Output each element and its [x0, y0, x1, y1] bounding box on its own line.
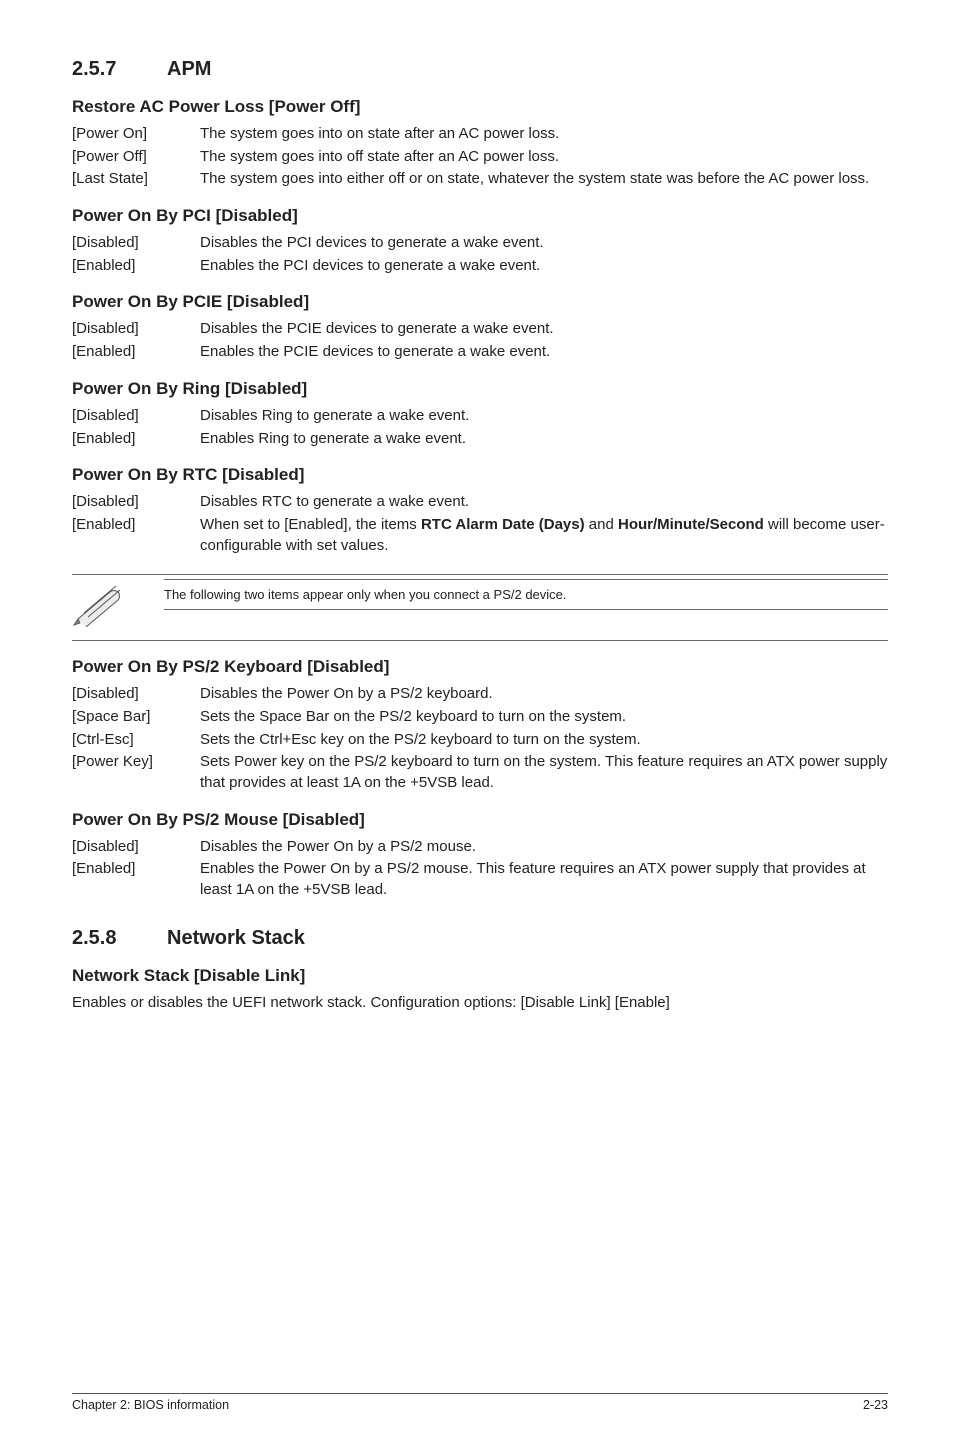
footer-right: 2-23: [863, 1398, 888, 1412]
setting-description: Enables or disables the UEFI network sta…: [72, 993, 888, 1014]
page-footer: Chapter 2: BIOS information 2-23: [72, 1393, 888, 1412]
option-row: [Enabled]Enables the PCIE devices to gen…: [72, 342, 888, 363]
option-row: [Enabled]Enables the PCI devices to gene…: [72, 256, 888, 277]
setting-heading: Network Stack [Disable Link]: [72, 966, 888, 986]
option-row: [Disabled]Disables RTC to generate a wak…: [72, 492, 888, 513]
section-2-5-7-heading: 2.5.7APM: [72, 58, 888, 81]
setting-heading: Power On By PS/2 Keyboard [Disabled]: [72, 657, 888, 677]
option-row: [Disabled]Disables the Power On by a PS/…: [72, 684, 888, 705]
option-description: Disables the Power On by a PS/2 keyboard…: [200, 684, 888, 705]
option-key: [Enabled]: [72, 429, 200, 450]
option-key: [Enabled]: [72, 256, 200, 277]
option-key: [Ctrl-Esc]: [72, 730, 200, 751]
option-row: [Last State]The system goes into either …: [72, 169, 888, 190]
section-2-5-7-body: Restore AC Power Loss [Power Off] [Power …: [72, 97, 888, 901]
option-row: [Disabled]Disables the PCI devices to ge…: [72, 233, 888, 254]
section-number: 2.5.7: [72, 58, 167, 81]
option-description: Enables the PCI devices to generate a wa…: [200, 256, 888, 277]
option-description: The system goes into either off or on st…: [200, 169, 888, 190]
setting-heading: Power On By PS/2 Mouse [Disabled]: [72, 810, 888, 830]
section-2-5-8-heading: 2.5.8Network Stack: [72, 927, 888, 950]
option-key: [Disabled]: [72, 684, 200, 705]
option-description: Enables the PCIE devices to generate a w…: [200, 342, 888, 363]
option-key: [Space Bar]: [72, 707, 200, 728]
setting-heading: Restore AC Power Loss [Power Off]: [72, 97, 888, 117]
option-description: Enables Ring to generate a wake event.: [200, 429, 888, 450]
setting-heading: Power On By RTC [Disabled]: [72, 465, 888, 485]
note-block: The following two items appear only when…: [72, 574, 888, 641]
option-row: [Ctrl-Esc]Sets the Ctrl+Esc key on the P…: [72, 730, 888, 751]
option-row: [Enabled]When set to [Enabled], the item…: [72, 515, 888, 556]
footer-left: Chapter 2: BIOS information: [72, 1398, 229, 1412]
option-key: [Disabled]: [72, 406, 200, 427]
section-number: 2.5.8: [72, 927, 167, 950]
option-row: [Disabled]Disables Ring to generate a wa…: [72, 406, 888, 427]
setting-heading: Power On By Ring [Disabled]: [72, 379, 888, 399]
option-description: Disables Ring to generate a wake event.: [200, 406, 888, 427]
option-description: Sets the Ctrl+Esc key on the PS/2 keyboa…: [200, 730, 888, 751]
note-text: The following two items appear only when…: [164, 579, 888, 610]
option-description: The system goes into on state after an A…: [200, 124, 888, 145]
option-description: Enables the Power On by a PS/2 mouse. Th…: [200, 859, 888, 900]
option-key: [Enabled]: [72, 515, 200, 556]
option-description: Disables the PCIE devices to generate a …: [200, 319, 888, 340]
option-key: [Last State]: [72, 169, 200, 190]
setting-heading: Power On By PCIE [Disabled]: [72, 292, 888, 312]
option-row: [Enabled]Enables Ring to generate a wake…: [72, 429, 888, 450]
option-row: [Power Key]Sets Power key on the PS/2 ke…: [72, 752, 888, 793]
option-key: [Power Off]: [72, 147, 200, 168]
option-row: [Space Bar]Sets the Space Bar on the PS/…: [72, 707, 888, 728]
option-row: [Power Off]The system goes into off stat…: [72, 147, 888, 168]
option-key: [Power Key]: [72, 752, 200, 793]
option-description: The system goes into off state after an …: [200, 147, 888, 168]
section-title: Network Stack: [167, 927, 305, 949]
option-key: [Disabled]: [72, 319, 200, 340]
option-row: [Power On]The system goes into on state …: [72, 124, 888, 145]
pencil-note-icon: [72, 575, 164, 640]
option-description: Sets the Space Bar on the PS/2 keyboard …: [200, 707, 888, 728]
option-key: [Enabled]: [72, 342, 200, 363]
setting-heading: Power On By PCI [Disabled]: [72, 206, 888, 226]
option-description: Sets Power key on the PS/2 keyboard to t…: [200, 752, 888, 793]
option-description: Disables RTC to generate a wake event.: [200, 492, 888, 513]
option-row: [Disabled]Disables the Power On by a PS/…: [72, 837, 888, 858]
option-key: [Power On]: [72, 124, 200, 145]
section-title: APM: [167, 58, 211, 80]
option-key: [Disabled]: [72, 492, 200, 513]
option-description: When set to [Enabled], the items RTC Ala…: [200, 515, 888, 556]
option-key: [Disabled]: [72, 837, 200, 858]
option-key: [Disabled]: [72, 233, 200, 254]
option-description: Disables the PCI devices to generate a w…: [200, 233, 888, 254]
option-description: Disables the Power On by a PS/2 mouse.: [200, 837, 888, 858]
option-key: [Enabled]: [72, 859, 200, 900]
option-row: [Disabled]Disables the PCIE devices to g…: [72, 319, 888, 340]
option-row: [Enabled]Enables the Power On by a PS/2 …: [72, 859, 888, 900]
